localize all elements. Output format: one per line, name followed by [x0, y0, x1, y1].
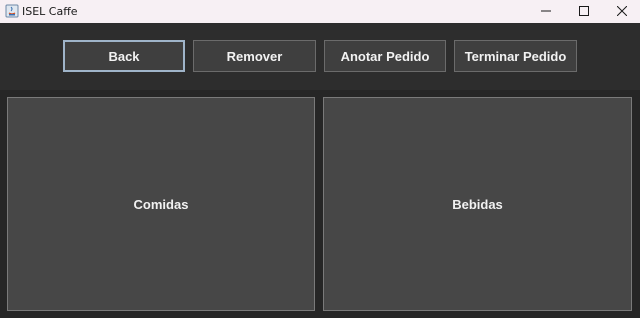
minimize-icon: [541, 3, 551, 21]
java-app-icon: [5, 4, 19, 18]
close-icon: [616, 3, 628, 21]
toolbar: Back Remover Anotar Pedido Terminar Pedi…: [0, 23, 640, 90]
close-button[interactable]: [603, 0, 640, 23]
title-bar[interactable]: ISEL Caffe: [0, 0, 640, 23]
content-area: Comidas Bebidas: [0, 90, 640, 318]
remover-button[interactable]: Remover: [193, 40, 316, 72]
app-window: ISEL Caffe Back Remover Anotar Pedido Te…: [0, 0, 640, 318]
back-button[interactable]: Back: [63, 40, 185, 72]
minimize-button[interactable]: [527, 0, 565, 23]
maximize-icon: [579, 3, 589, 21]
anotar-pedido-button[interactable]: Anotar Pedido: [324, 40, 446, 72]
maximize-button[interactable]: [565, 0, 603, 23]
bebidas-panel-button[interactable]: Bebidas: [323, 97, 632, 311]
window-title: ISEL Caffe: [22, 5, 78, 18]
comidas-panel-button[interactable]: Comidas: [7, 97, 315, 311]
terminar-pedido-button[interactable]: Terminar Pedido: [454, 40, 577, 72]
